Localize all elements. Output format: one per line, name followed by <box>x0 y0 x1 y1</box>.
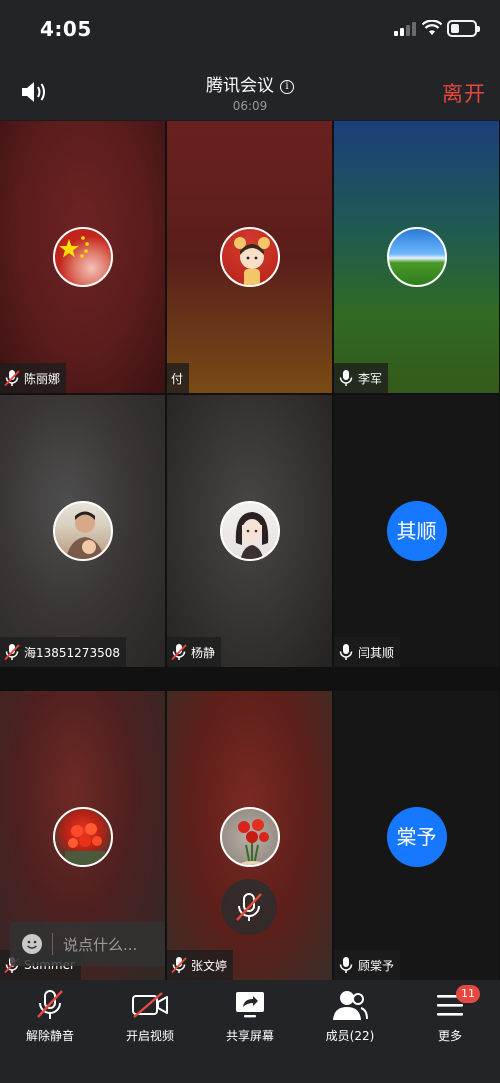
avatar <box>219 501 280 561</box>
avatar <box>219 807 280 867</box>
bottom-toolbar: 解除静音 开启视频 共享屏幕 成员(22) 11 更多 <box>0 980 500 1083</box>
participant-tile[interactable]: 陈丽娜 <box>0 121 165 393</box>
floating-mic-button[interactable] <box>221 879 277 935</box>
meeting-duration: 06:09 <box>232 99 268 113</box>
avatar <box>386 227 447 287</box>
participant-name-tag: 海13851273508 <box>0 637 126 667</box>
mic-muted-icon <box>236 893 262 921</box>
mic-muted-icon <box>37 990 63 1019</box>
meeting-title[interactable]: 腾讯会议 i <box>0 71 500 96</box>
divider <box>52 933 53 955</box>
avatar <box>52 227 113 287</box>
emoji-icon[interactable] <box>22 934 42 954</box>
participant-tile[interactable]: 付 <box>167 121 332 393</box>
more-button[interactable]: 11 更多 <box>400 985 500 1048</box>
members-icon <box>333 991 368 1020</box>
participant-tile[interactable]: 其顺 闫其顺 <box>334 395 499 667</box>
participant-name: 顾棠予 <box>358 958 395 973</box>
wifi-icon <box>422 20 442 35</box>
participant-name-tag: 张文婷 <box>167 950 234 980</box>
meeting-title-text: 腾讯会议 <box>206 76 274 96</box>
participant-tile[interactable]: 李军 <box>334 121 499 393</box>
members-label: 成员(22) <box>325 1029 375 1043</box>
chat-input[interactable]: 说点什么... <box>10 922 165 966</box>
participant-tile[interactable]: 海13851273508 <box>0 395 165 667</box>
mic-muted-icon <box>4 370 20 387</box>
participant-tile[interactable]: 张文婷 <box>167 691 332 980</box>
share-screen-icon <box>236 992 264 1018</box>
participant-name-tag: 陈丽娜 <box>0 363 67 393</box>
participant-name: 闫其顺 <box>358 645 395 660</box>
mic-muted-icon <box>4 644 20 661</box>
participant-name-tag: 顾棠予 <box>334 950 401 980</box>
avatar <box>219 227 280 287</box>
participant-name-tag: 李军 <box>334 363 389 393</box>
mic-muted-icon <box>171 957 187 974</box>
unmute-label: 解除静音 <box>25 1029 74 1043</box>
notification-badge: 11 <box>456 985 480 1003</box>
avatar <box>52 501 113 561</box>
participant-name: 海13851273508 <box>24 645 120 660</box>
participant-name-tag: 闫其顺 <box>334 637 401 667</box>
participant-tile[interactable]: 杨静 <box>167 395 332 667</box>
avatar <box>52 807 113 867</box>
participant-name: 张文婷 <box>191 958 228 973</box>
share-screen-label: 共享屏幕 <box>225 1029 274 1043</box>
status-time: 4:05 <box>40 17 92 41</box>
mic-icon <box>339 957 353 973</box>
chat-placeholder: 说点什么... <box>63 935 138 954</box>
more-label: 更多 <box>437 1029 462 1043</box>
members-button[interactable]: 成员(22) <box>300 988 400 1048</box>
video-off-icon <box>132 992 168 1018</box>
status-bar: 4:05 <box>0 0 500 60</box>
participant-name-tag: 杨静 <box>167 637 222 667</box>
mic-icon <box>339 370 353 386</box>
start-video-label: 开启视频 <box>125 1029 174 1043</box>
participant-name: 杨静 <box>191 645 216 660</box>
participant-name: 李军 <box>358 371 383 386</box>
participant-name-tag: 付 <box>167 363 190 393</box>
participant-grid: 陈丽娜 付 李军 海13851273508 杨静 其顺 闫其顺 张文婷 棠予 顾… <box>0 121 500 980</box>
mic-icon <box>339 644 353 660</box>
avatar: 其顺 <box>386 501 447 561</box>
mic-muted-icon <box>171 644 187 661</box>
participant-tile[interactable]: 棠予 顾棠予 <box>334 691 499 980</box>
meeting-header: 腾讯会议 i 06:09 离开 <box>0 60 500 120</box>
info-icon[interactable]: i <box>280 80 294 94</box>
leave-button[interactable]: 离开 <box>442 78 486 108</box>
start-video-button[interactable]: 开启视频 <box>100 988 200 1048</box>
unmute-button[interactable]: 解除静音 <box>0 988 100 1048</box>
share-screen-button[interactable]: 共享屏幕 <box>200 988 300 1048</box>
battery-icon <box>447 20 480 37</box>
avatar: 棠予 <box>386 807 447 867</box>
participant-name: 付 <box>171 371 184 386</box>
cellular-signal-icon <box>394 22 416 36</box>
participant-name: 陈丽娜 <box>24 371 61 386</box>
